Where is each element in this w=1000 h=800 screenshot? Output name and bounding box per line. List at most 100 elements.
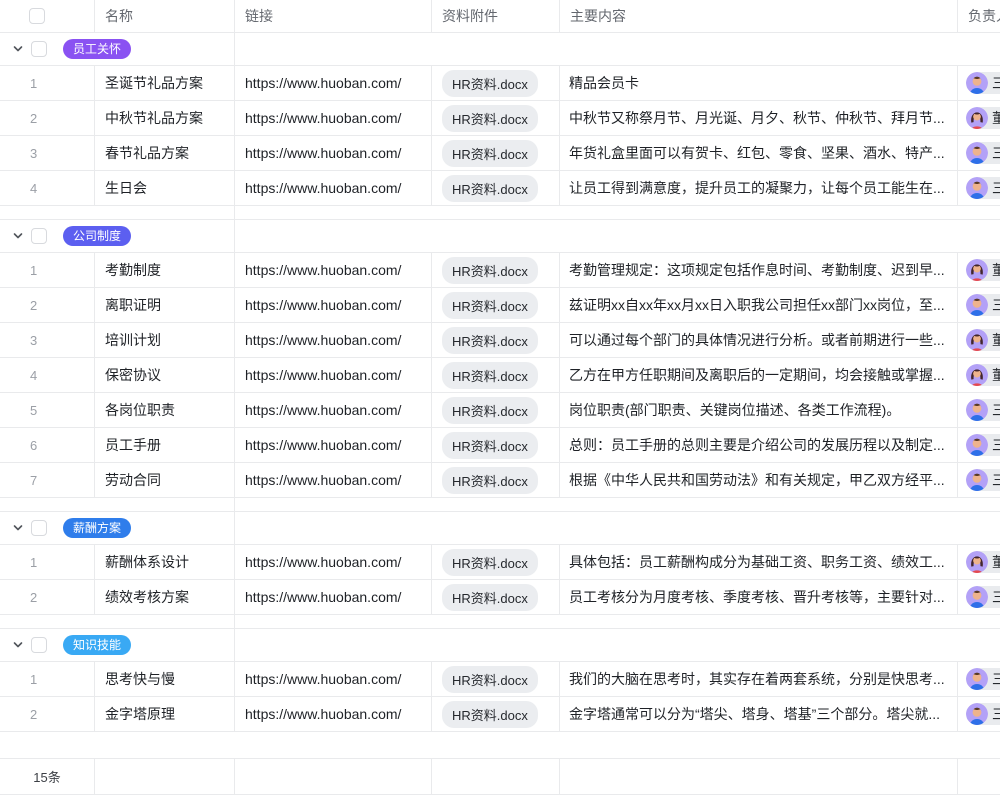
column-header-link[interactable]: 链接 <box>235 0 432 32</box>
attachment-chip[interactable]: HR资料.docx <box>442 432 538 459</box>
group-badge[interactable]: 薪酬方案 <box>63 518 131 538</box>
content-cell[interactable]: 精品会员卡 <box>560 66 958 100</box>
owner-chip[interactable]: 三 <box>966 294 1000 316</box>
content-cell[interactable]: 可以通过每个部门的具体情况进行分析。或者前期进行一些... <box>560 323 958 357</box>
attachment-chip[interactable]: HR资料.docx <box>442 362 538 389</box>
content-cell[interactable]: 让员工得到满意度，提升员工的凝聚力，让每个员工能生在... <box>560 171 958 205</box>
owner-chip[interactable]: 三 <box>966 434 1000 456</box>
attachment-cell[interactable]: HR资料.docx <box>432 358 560 392</box>
row-index-cell[interactable]: 3 <box>0 323 95 357</box>
attachment-chip[interactable]: HR资料.docx <box>442 292 538 319</box>
owner-cell[interactable]: 三 <box>958 428 1000 462</box>
attachment-cell[interactable]: HR资料.docx <box>432 393 560 427</box>
row-index-cell[interactable]: 5 <box>0 393 95 427</box>
attachment-cell[interactable]: HR资料.docx <box>432 428 560 462</box>
link-cell[interactable]: https://www.huoban.com/ <box>235 101 432 135</box>
chevron-down-icon[interactable] <box>12 639 24 651</box>
attachment-cell[interactable]: HR资料.docx <box>432 253 560 287</box>
name-cell[interactable]: 金字塔原理 <box>95 697 235 731</box>
owner-cell[interactable]: 三 <box>958 580 1000 614</box>
owner-chip[interactable]: 三 <box>966 668 1000 690</box>
row-index-cell[interactable]: 4 <box>0 171 95 205</box>
row-index-cell[interactable]: 2 <box>0 288 95 322</box>
owner-chip[interactable]: 三 <box>966 142 1000 164</box>
row-index-cell[interactable]: 2 <box>0 101 95 135</box>
row-index-cell[interactable]: 1 <box>0 66 95 100</box>
content-cell[interactable]: 中秋节又称祭月节、月光诞、月夕、秋节、仲秋节、拜月节... <box>560 101 958 135</box>
attachment-chip[interactable]: HR资料.docx <box>442 467 538 494</box>
content-cell[interactable]: 岗位职责(部门职责、关键岗位描述、各类工作流程)。 <box>560 393 958 427</box>
group-checkbox[interactable] <box>31 520 47 536</box>
owner-cell[interactable]: 董 <box>958 358 1000 392</box>
content-cell[interactable]: 金字塔通常可以分为“塔尖、塔身、塔基”三个部分。塔尖就... <box>560 697 958 731</box>
name-cell[interactable]: 员工手册 <box>95 428 235 462</box>
row-index-cell[interactable]: 6 <box>0 428 95 462</box>
link-cell[interactable]: https://www.huoban.com/ <box>235 428 432 462</box>
chevron-down-icon[interactable] <box>12 43 24 55</box>
group-checkbox[interactable] <box>31 637 47 653</box>
owner-cell[interactable]: 董 <box>958 101 1000 135</box>
group-checkbox[interactable] <box>31 41 47 57</box>
name-cell[interactable]: 各岗位职责 <box>95 393 235 427</box>
owner-chip[interactable]: 三 <box>966 72 1000 94</box>
column-header-name[interactable]: 名称 <box>95 0 235 32</box>
row-index-cell[interactable]: 2 <box>0 697 95 731</box>
owner-cell[interactable]: 三 <box>958 66 1000 100</box>
owner-cell[interactable]: 三 <box>958 662 1000 696</box>
name-cell[interactable]: 离职证明 <box>95 288 235 322</box>
attachment-cell[interactable]: HR资料.docx <box>432 463 560 497</box>
link-cell[interactable]: https://www.huoban.com/ <box>235 358 432 392</box>
name-cell[interactable]: 绩效考核方案 <box>95 580 235 614</box>
group-badge[interactable]: 员工关怀 <box>63 39 131 59</box>
attachment-chip[interactable]: HR资料.docx <box>442 397 538 424</box>
content-cell[interactable]: 兹证明xx自xx年xx月xx日入职我公司担任xx部门xx岗位，至... <box>560 288 958 322</box>
owner-cell[interactable]: 三 <box>958 288 1000 322</box>
link-cell[interactable]: https://www.huoban.com/ <box>235 288 432 322</box>
owner-chip[interactable]: 董 <box>966 364 1000 386</box>
content-cell[interactable]: 考勤管理规定：这项规定包括作息时间、考勤制度、迟到早... <box>560 253 958 287</box>
attachment-cell[interactable]: HR资料.docx <box>432 323 560 357</box>
select-all-checkbox[interactable] <box>29 8 45 24</box>
content-cell[interactable]: 年货礼盒里面可以有贺卡、红包、零食、坚果、酒水、特产... <box>560 136 958 170</box>
group-badge[interactable]: 公司制度 <box>63 226 131 246</box>
name-cell[interactable]: 思考快与慢 <box>95 662 235 696</box>
link-cell[interactable]: https://www.huoban.com/ <box>235 393 432 427</box>
link-cell[interactable]: https://www.huoban.com/ <box>235 66 432 100</box>
owner-chip[interactable]: 董 <box>966 259 1000 281</box>
column-header-owner[interactable]: 负责人 <box>958 0 1000 32</box>
name-cell[interactable]: 生日会 <box>95 171 235 205</box>
link-cell[interactable]: https://www.huoban.com/ <box>235 171 432 205</box>
owner-cell[interactable]: 三 <box>958 697 1000 731</box>
chevron-down-icon[interactable] <box>12 522 24 534</box>
attachment-chip[interactable]: HR资料.docx <box>442 549 538 576</box>
attachment-cell[interactable]: HR资料.docx <box>432 662 560 696</box>
attachment-cell[interactable]: HR资料.docx <box>432 580 560 614</box>
content-cell[interactable]: 具体包括：员工薪酬构成分为基础工资、职务工资、绩效工... <box>560 545 958 579</box>
name-cell[interactable]: 保密协议 <box>95 358 235 392</box>
chevron-down-icon[interactable] <box>12 230 24 242</box>
content-cell[interactable]: 员工考核分为月度考核、季度考核、晋升考核等，主要针对... <box>560 580 958 614</box>
name-cell[interactable]: 中秋节礼品方案 <box>95 101 235 135</box>
link-cell[interactable]: https://www.huoban.com/ <box>235 662 432 696</box>
attachment-chip[interactable]: HR资料.docx <box>442 140 538 167</box>
row-index-cell[interactable]: 1 <box>0 545 95 579</box>
row-index-cell[interactable]: 7 <box>0 463 95 497</box>
attachment-cell[interactable]: HR资料.docx <box>432 545 560 579</box>
link-cell[interactable]: https://www.huoban.com/ <box>235 697 432 731</box>
owner-chip[interactable]: 董 <box>966 329 1000 351</box>
content-cell[interactable]: 乙方在甲方任职期间及离职后的一定期间，均会接触或掌握... <box>560 358 958 392</box>
attachment-chip[interactable]: HR资料.docx <box>442 701 538 728</box>
content-cell[interactable]: 总则：员工手册的总则主要是介绍公司的发展历程以及制定... <box>560 428 958 462</box>
row-index-cell[interactable]: 4 <box>0 358 95 392</box>
owner-cell[interactable]: 三 <box>958 136 1000 170</box>
attachment-cell[interactable]: HR资料.docx <box>432 136 560 170</box>
attachment-cell[interactable]: HR资料.docx <box>432 101 560 135</box>
owner-cell[interactable]: 董 <box>958 323 1000 357</box>
name-cell[interactable]: 圣诞节礼品方案 <box>95 66 235 100</box>
link-cell[interactable]: https://www.huoban.com/ <box>235 323 432 357</box>
name-cell[interactable]: 培训计划 <box>95 323 235 357</box>
owner-chip[interactable]: 董 <box>966 551 1000 573</box>
column-header-attachment[interactable]: 资料附件 <box>432 0 560 32</box>
row-index-cell[interactable]: 1 <box>0 253 95 287</box>
link-cell[interactable]: https://www.huoban.com/ <box>235 463 432 497</box>
